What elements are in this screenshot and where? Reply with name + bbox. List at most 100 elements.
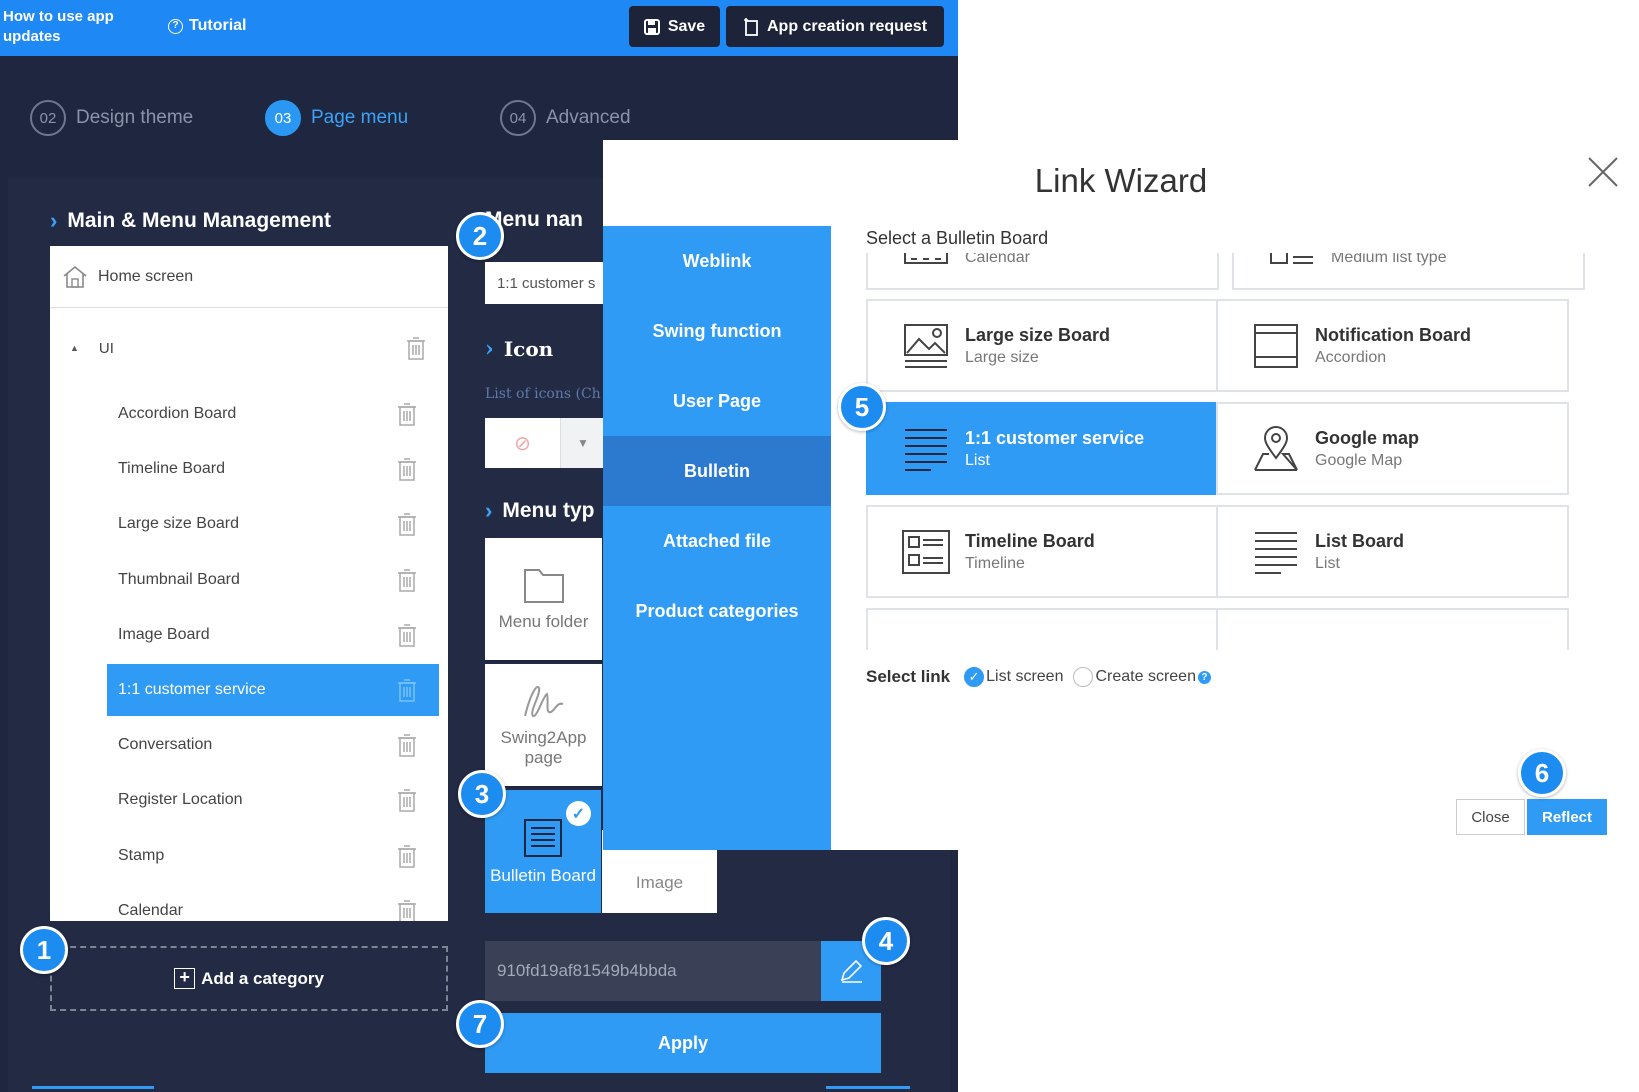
reflect-button[interactable]: Reflect bbox=[1527, 799, 1607, 835]
trash-icon[interactable] bbox=[397, 678, 417, 702]
menu-item[interactable]: Conversation bbox=[107, 719, 439, 771]
board-card-calendar[interactable]: Calendar bbox=[866, 253, 1219, 290]
trash-icon[interactable] bbox=[397, 623, 417, 647]
menu-item-label: Conversation bbox=[118, 736, 213, 754]
icon-select[interactable]: ⊘ ▼ bbox=[485, 418, 605, 468]
board-card-sub: Medium list type bbox=[1331, 253, 1447, 266]
menu-type-title: Menu typ bbox=[502, 499, 595, 522]
save-label: Save bbox=[667, 17, 706, 35]
trash-icon[interactable] bbox=[397, 512, 417, 537]
add-category-button[interactable]: + Add a category bbox=[50, 946, 448, 1011]
board-card[interactable]: Timeline Board Timeline bbox=[866, 505, 1219, 598]
chevron-right-icon: › bbox=[50, 208, 58, 233]
board-card[interactable]: Google map Google Map bbox=[1216, 402, 1569, 495]
tutorial-link[interactable]: ? Tutorial bbox=[168, 17, 246, 35]
collapse-triangle-icon[interactable]: ▲ bbox=[70, 343, 79, 353]
close-icon[interactable] bbox=[1587, 156, 1619, 188]
board-card[interactable]: Notification Board Accordion bbox=[1216, 299, 1569, 392]
floppy-icon bbox=[643, 18, 660, 35]
plus-icon: + bbox=[174, 968, 196, 989]
trash-icon[interactable] bbox=[397, 457, 417, 481]
wizard-side-item[interactable]: Swing function bbox=[603, 296, 831, 366]
step-number: 04 bbox=[500, 100, 536, 136]
step-page-menu[interactable]: 03 Page menu bbox=[265, 100, 408, 136]
step-number: 03 bbox=[265, 100, 301, 136]
board-card[interactable]: Large size Board Large size bbox=[866, 299, 1219, 392]
wizard-title: Link Wizard bbox=[1034, 162, 1208, 199]
step-number: 02 bbox=[30, 100, 66, 136]
menu-item-label: 1:1 customer service bbox=[118, 681, 266, 698]
menu-type-swing-page[interactable]: Swing2App page bbox=[485, 664, 602, 788]
board-card-sub: Calendar bbox=[965, 253, 1030, 266]
close-button[interactable]: Close bbox=[1456, 799, 1525, 835]
board-card-sub: Timeline bbox=[965, 554, 1025, 572]
trash-icon[interactable] bbox=[397, 733, 417, 757]
accordion-icon bbox=[1254, 323, 1298, 368]
wizard-side-item[interactable]: User Page bbox=[603, 366, 831, 436]
top-bar: How to use app updates ? Tutorial Save A… bbox=[0, 0, 958, 56]
wizard-side-item[interactable]: Weblink bbox=[603, 226, 831, 296]
menu-item[interactable]: Register Location bbox=[107, 774, 439, 826]
menu-item[interactable]: Image Board bbox=[107, 609, 439, 661]
board-card-selected[interactable]: 1:1 customer service List bbox=[866, 402, 1219, 495]
app-creation-request-button[interactable]: App creation request bbox=[726, 6, 944, 47]
save-button[interactable]: Save bbox=[629, 6, 720, 47]
step-advanced[interactable]: 04 Advanced bbox=[500, 100, 631, 136]
board-card-partial[interactable] bbox=[866, 608, 1219, 650]
icon-list-label: List of icons (Ch bbox=[485, 386, 601, 402]
step-label: Page menu bbox=[311, 107, 409, 128]
menu-item[interactable]: Large size Board bbox=[107, 498, 439, 550]
radio-create-screen[interactable] bbox=[1073, 667, 1094, 687]
icon-heading: › Icon bbox=[485, 336, 553, 362]
trash-icon[interactable] bbox=[397, 899, 417, 921]
menu-item[interactable]: Thumbnail Board bbox=[107, 554, 439, 606]
menu-item-label: Large size Board bbox=[118, 515, 239, 533]
menu-name-input[interactable]: 1:1 customer s bbox=[485, 262, 605, 304]
board-select-label: Select a Bulletin Board bbox=[866, 228, 1049, 248]
check-icon: ✓ bbox=[566, 801, 591, 826]
step-design-theme[interactable]: 02 Design theme bbox=[30, 100, 193, 136]
app-request-label: App creation request bbox=[766, 17, 928, 35]
menu-folder-label: Menu folder bbox=[498, 612, 589, 631]
board-card-title: Large size Board bbox=[965, 324, 1111, 345]
ui-group[interactable]: ▲ UI bbox=[50, 308, 448, 388]
main-menu-heading: › Main & Menu Management bbox=[50, 208, 331, 234]
home-screen-item[interactable]: Home screen bbox=[50, 246, 448, 308]
radio-list-screen[interactable]: ✓ bbox=[964, 667, 985, 687]
callout-badge-7: 7 bbox=[456, 1000, 504, 1048]
map-pin-icon bbox=[1254, 425, 1298, 471]
help-circle-icon: ? bbox=[168, 18, 183, 34]
trash-icon[interactable] bbox=[397, 402, 417, 426]
board-card-medium-list[interactable]: Medium list type bbox=[1232, 253, 1585, 290]
menu-item[interactable]: Accordion Board bbox=[107, 388, 439, 440]
radio-list-label: List screen bbox=[986, 668, 1064, 685]
chevron-down-icon[interactable]: ▼ bbox=[561, 418, 605, 468]
icon-title: Icon bbox=[503, 337, 554, 361]
menu-type-folder[interactable]: Menu folder bbox=[485, 538, 602, 662]
menu-type-bulletin-board[interactable]: ✓ Bulletin Board bbox=[485, 790, 601, 913]
board-card-partial[interactable] bbox=[1216, 608, 1569, 650]
board-card[interactable]: List Board List bbox=[1216, 505, 1569, 598]
trash-icon[interactable] bbox=[397, 788, 417, 813]
callout-badge-4: 4 bbox=[862, 917, 910, 965]
menu-item[interactable]: Calendar bbox=[107, 885, 439, 921]
trash-icon[interactable] bbox=[406, 336, 426, 360]
wizard-side-item[interactable]: Attached file bbox=[603, 506, 831, 576]
board-card-title: Timeline Board bbox=[965, 530, 1095, 551]
wizard-side-item[interactable]: Product categories bbox=[603, 576, 831, 646]
calendar-icon bbox=[904, 253, 948, 264]
menu-item[interactable]: 1:1 customer service bbox=[107, 664, 439, 716]
add-category-label: Add a category bbox=[201, 968, 324, 988]
medium-list-icon bbox=[1270, 253, 1313, 264]
menu-item-label: Timeline Board bbox=[118, 460, 226, 478]
trash-icon[interactable] bbox=[397, 844, 417, 868]
menu-item[interactable]: Timeline Board bbox=[107, 443, 439, 495]
trash-icon[interactable] bbox=[397, 568, 417, 592]
callout-badge-2: 2 bbox=[456, 212, 504, 260]
menu-item[interactable]: Stamp bbox=[107, 830, 439, 882]
new-page-icon bbox=[743, 17, 758, 36]
step-label: Advanced bbox=[546, 107, 631, 128]
help-icon[interactable]: ? bbox=[1197, 670, 1211, 684]
how-to-link[interactable]: How to use app updates bbox=[3, 7, 153, 47]
wizard-side-item[interactable]: Bulletin bbox=[603, 436, 831, 506]
